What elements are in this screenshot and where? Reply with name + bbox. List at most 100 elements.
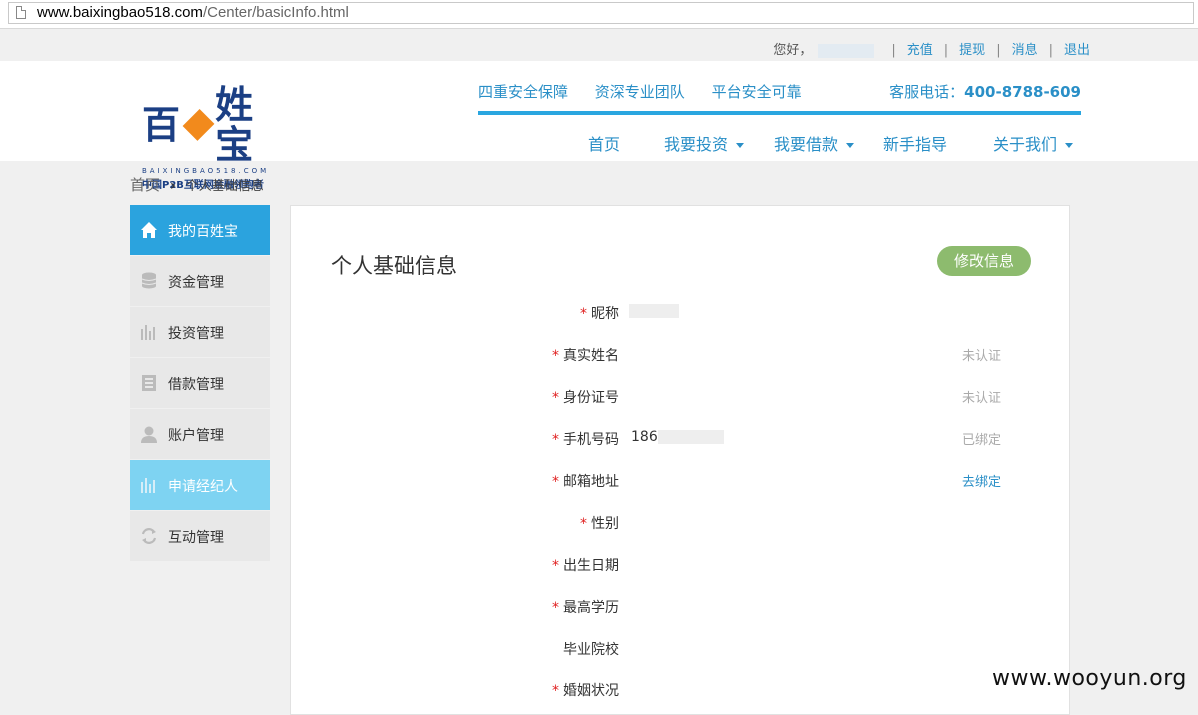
bind-status: 已绑定 — [961, 433, 1001, 448]
field-label: * 婚姻状况 — [552, 680, 619, 700]
recharge-link[interactable]: 充值 — [907, 43, 933, 58]
sidebar-item-loans[interactable]: 借款管理 — [130, 358, 270, 408]
sidebar-item-label: 账户管理 — [168, 428, 224, 444]
sidebar-item-funds[interactable]: 资金管理 — [130, 256, 270, 306]
nav-label: 我要投资 — [664, 135, 729, 154]
hotline-label: 客服电话： — [889, 83, 965, 101]
field-email: * 邮箱地址 去绑定 — [291, 471, 1069, 491]
breadcrumb-current: 个人基础信息 — [185, 179, 264, 194]
url-field[interactable]: www.baixingbao518.com/Center/basicInfo.h… — [8, 2, 1194, 24]
field-value: 186 — [631, 429, 724, 445]
user-links: 您好， | 充值 | 提现 | 消息 | 退出 — [773, 39, 1090, 58]
field-value — [629, 303, 679, 319]
required-mark: * — [552, 390, 559, 406]
required-mark: * — [552, 683, 559, 699]
field-gender: * 性别 — [291, 513, 1069, 533]
messages-link[interactable]: 消息 — [1012, 43, 1038, 58]
verify-status: 未认证 — [961, 391, 1001, 406]
logo-mark: 百 姓宝 — [142, 85, 282, 165]
required-mark: * — [580, 516, 587, 532]
field-label-text: 真实姓名 — [563, 348, 619, 364]
field-label: * 手机号码 — [552, 429, 619, 449]
nav-label: 新手指导 — [883, 135, 948, 154]
site-logo[interactable]: 百 姓宝 BAIXINGBAO518.COM 中国P2B互联网金融领跑者 — [142, 85, 282, 192]
feature-item[interactable]: 资深专业团队 — [595, 83, 685, 101]
divider: | — [996, 43, 1001, 58]
chevron-down-icon — [1065, 143, 1074, 148]
field-label: * 邮箱地址 — [552, 471, 619, 491]
hotline-number: 400-8788-609 — [964, 83, 1081, 101]
field-birth-date: * 出生日期 — [291, 555, 1069, 575]
field-school: 毕业院校 — [291, 639, 1069, 659]
required-mark: * — [552, 600, 559, 616]
field-label-text: 身份证号 — [563, 390, 619, 406]
field-label: 毕业院校 — [563, 639, 619, 659]
breadcrumb: 首页 › 个人基础信息 — [130, 174, 264, 195]
page-icon — [16, 6, 26, 19]
sidebar-item-label: 申请经纪人 — [168, 479, 238, 495]
sidebar-item-my-account[interactable]: 我的百姓宝 — [130, 205, 270, 255]
logo-char: 百 — [142, 102, 181, 147]
coins-icon — [141, 272, 157, 289]
bind-email-link[interactable]: 去绑定 — [962, 471, 1001, 490]
bar-chart-icon — [141, 478, 155, 493]
field-marital-status: * 婚姻状况 — [291, 680, 1069, 700]
field-label: * 真实姓名 — [552, 345, 619, 365]
required-mark: * — [552, 432, 559, 448]
feature-item[interactable]: 四重安全保障 — [478, 83, 568, 101]
sidebar-item-label: 资金管理 — [168, 275, 224, 291]
phone-prefix: 186 — [631, 429, 658, 445]
sidebar-item-label: 投资管理 — [168, 326, 224, 342]
main-nav: 首页 我要投资 我要借款 新手指导 关于我们 — [478, 131, 1081, 155]
page-title: 个人基础信息 — [331, 254, 457, 278]
hotline: 客服电话：400-8788-609 — [889, 81, 1081, 102]
ledger-icon — [142, 375, 156, 391]
nav-about[interactable]: 关于我们 — [993, 131, 1074, 155]
chevron-right-icon: › — [170, 178, 176, 194]
field-label: * 身份证号 — [552, 387, 619, 407]
bar-chart-icon — [141, 325, 155, 340]
sidebar-item-investments[interactable]: 投资管理 — [130, 307, 270, 357]
field-nickname: * 昵称 — [291, 303, 1069, 323]
field-label-text: 毕业院校 — [563, 642, 619, 658]
divider: | — [891, 43, 896, 58]
field-label: * 性别 — [580, 513, 619, 533]
nav-borrow[interactable]: 我要借款 — [774, 131, 855, 155]
field-education: * 最高学历 — [291, 597, 1069, 617]
field-label-text: 最高学历 — [563, 600, 619, 616]
nav-guide[interactable]: 新手指导 — [883, 131, 947, 155]
user-icon — [141, 426, 157, 443]
field-label-text: 手机号码 — [563, 432, 619, 448]
edit-info-button[interactable]: 修改信息 — [937, 246, 1031, 276]
field-label: * 最高学历 — [552, 597, 619, 617]
site-header: 百 姓宝 BAIXINGBAO518.COM 中国P2B互联网金融领跑者 四重安… — [0, 61, 1198, 192]
divider: | — [943, 43, 949, 58]
chevron-down-icon — [846, 143, 855, 148]
refresh-icon — [141, 528, 157, 544]
logo-char: 姓宝 — [215, 82, 254, 167]
nav-home[interactable]: 首页 — [588, 131, 620, 155]
phone-redacted — [657, 430, 724, 444]
header-divider — [478, 111, 1081, 115]
required-mark: * — [580, 306, 587, 322]
logo-diamond-icon — [182, 109, 215, 141]
breadcrumb-home[interactable]: 首页 — [130, 176, 160, 194]
watermark: www.wooyun.org — [992, 666, 1187, 691]
nav-label: 我要借款 — [774, 135, 839, 154]
nickname-redacted — [629, 304, 679, 318]
nav-invest[interactable]: 我要投资 — [664, 131, 745, 155]
logout-link[interactable]: 退出 — [1064, 43, 1090, 58]
basic-info-panel: 个人基础信息 修改信息 * 昵称 * 真实姓名 未认证 * 身份证号 未认证 * 手机号… — [290, 205, 1070, 715]
top-strip: 您好， | 充值 | 提现 | 消息 | 退出 — [0, 29, 1198, 61]
sidebar-item-interaction[interactable]: 互动管理 — [130, 511, 270, 561]
sidebar-item-label: 互动管理 — [168, 530, 224, 546]
required-mark: * — [552, 348, 559, 364]
sidebar-item-apply-broker[interactable]: 申请经纪人 — [130, 460, 270, 510]
field-label-text: 出生日期 — [563, 558, 619, 574]
sidebar-item-account[interactable]: 账户管理 — [130, 409, 270, 459]
field-id-number: * 身份证号 未认证 — [291, 387, 1069, 407]
browser-address-bar: www.baixingbao518.com/Center/basicInfo.h… — [0, 0, 1198, 29]
greeting: 您好， — [773, 43, 813, 58]
withdraw-link[interactable]: 提现 — [959, 43, 985, 58]
feature-item[interactable]: 平台安全可靠 — [712, 83, 802, 101]
